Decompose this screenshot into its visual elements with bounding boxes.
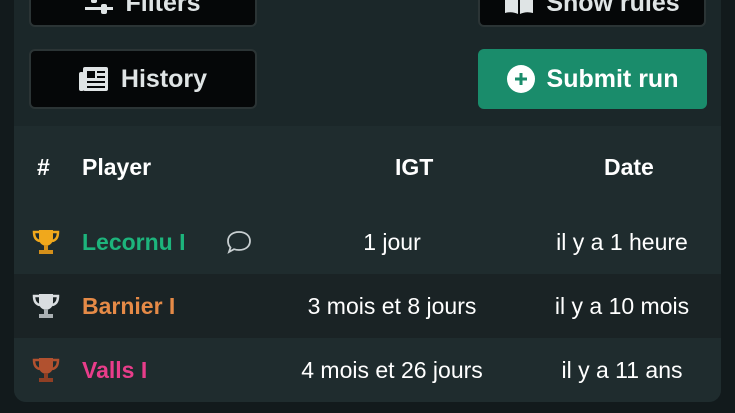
trophy-silver-icon <box>31 274 61 338</box>
table-row[interactable]: Barnier I 3 mois et 8 jours il y a 10 mo… <box>14 274 721 338</box>
trophy-bronze-icon <box>31 338 61 402</box>
leaderboard-table: # Player IGT Date Lecornu I 1 jour il y … <box>14 126 721 402</box>
header-rank: # <box>37 154 50 180</box>
submit-run-button[interactable]: Submit run <box>478 49 707 109</box>
table-header: # Player IGT Date <box>14 126 721 210</box>
history-label: History <box>120 64 208 93</box>
sliders-icon <box>85 0 114 14</box>
igt-value: 4 mois et 26 jours <box>301 356 483 383</box>
table-row[interactable]: Valls I 4 mois et 26 jours il y a 11 ans <box>14 338 721 402</box>
igt-value: 1 jour <box>363 228 421 255</box>
player-name[interactable]: Lecornu I <box>82 210 186 274</box>
newspaper-icon <box>78 67 108 91</box>
show-rules-label: Show rules <box>546 0 680 17</box>
date-value: il y a 1 heure <box>556 228 688 255</box>
player-name[interactable]: Valls I <box>82 338 147 402</box>
header-igt[interactable]: IGT <box>395 154 433 181</box>
igt-value: 3 mois et 8 jours <box>307 292 477 319</box>
submit-run-label: Submit run <box>546 64 679 93</box>
filters-button[interactable]: Filters <box>29 0 257 27</box>
filters-label: Filters <box>125 0 201 17</box>
player-name[interactable]: Barnier I <box>82 274 175 338</box>
header-player[interactable]: Player <box>82 154 151 181</box>
trophy-gold-icon <box>31 210 61 274</box>
date-value: il y a 10 mois <box>554 292 690 319</box>
table-row[interactable]: Lecornu I 1 jour il y a 1 heure <box>14 210 721 274</box>
plus-circle-icon <box>506 65 535 93</box>
history-button[interactable]: History <box>29 49 257 109</box>
header-date[interactable]: Date <box>604 154 654 181</box>
comment-icon[interactable] <box>226 210 252 274</box>
book-icon <box>505 0 534 14</box>
date-value: il y a 11 ans <box>561 356 683 383</box>
show-rules-button[interactable]: Show rules <box>478 0 706 27</box>
